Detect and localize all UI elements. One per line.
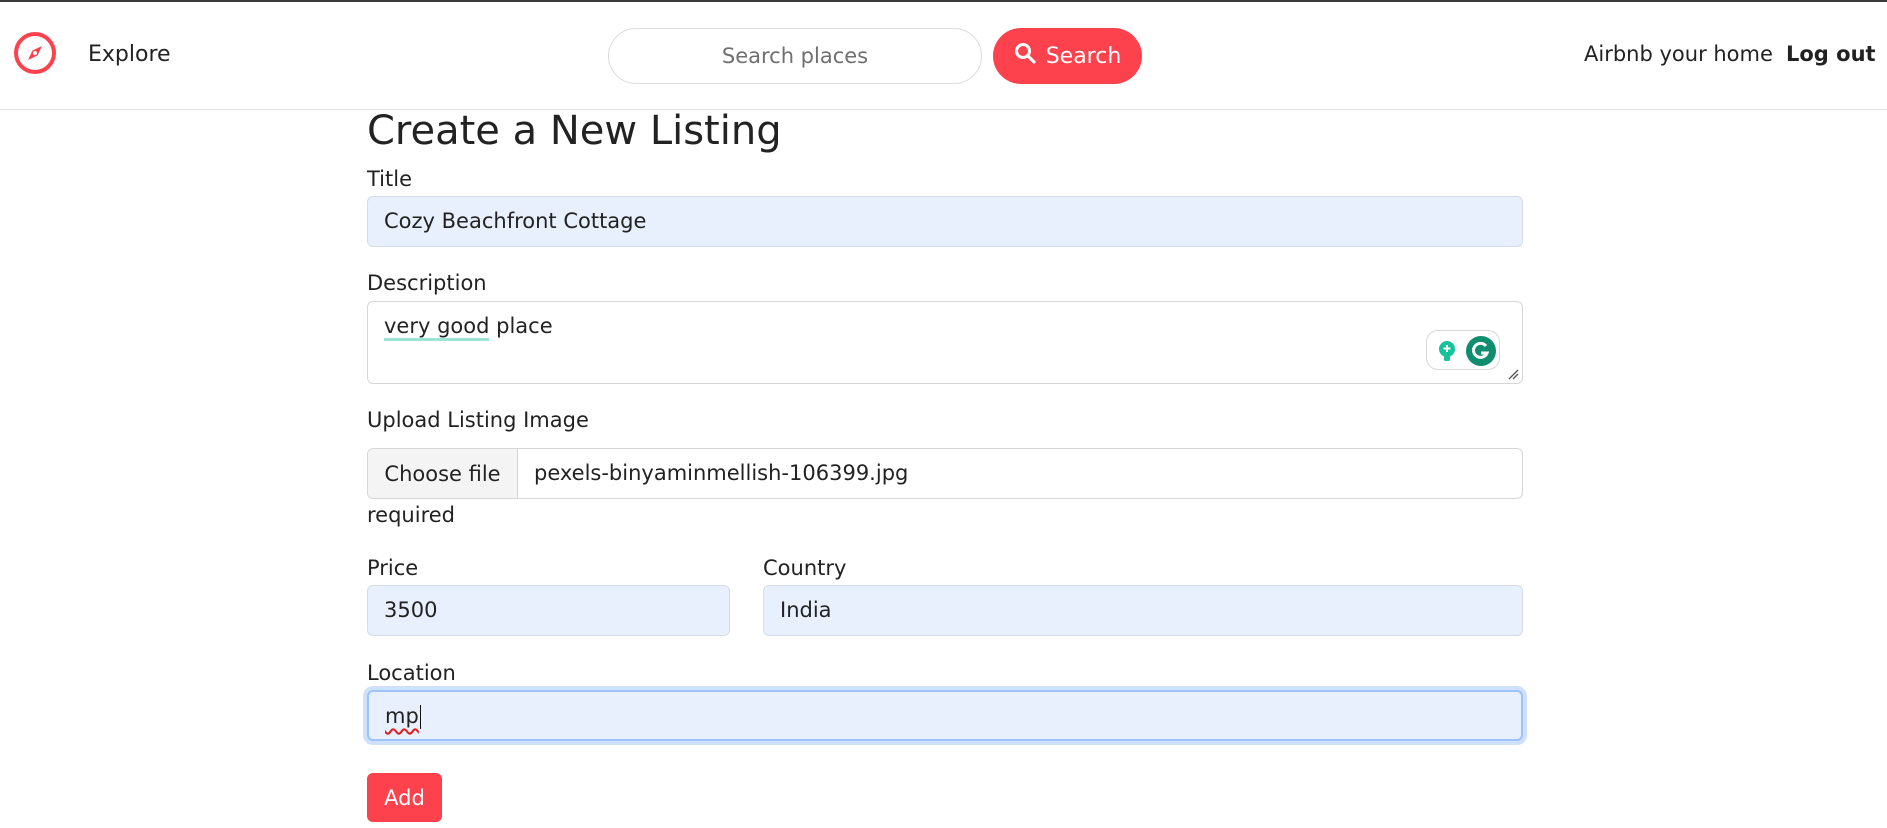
search-input[interactable] xyxy=(608,28,982,84)
search-button-label: Search xyxy=(1045,43,1122,69)
description-text: place xyxy=(489,314,553,338)
lightbulb-icon[interactable] xyxy=(1435,339,1459,367)
text-cursor xyxy=(419,705,421,729)
title-label: Title xyxy=(367,167,413,191)
description-textarea[interactable]: very good place xyxy=(367,301,1523,384)
search-button[interactable]: Search xyxy=(993,28,1142,84)
grammarly-icon[interactable] xyxy=(1465,335,1497,371)
description-label: Description xyxy=(367,271,487,295)
explore-link[interactable]: Explore xyxy=(88,42,171,67)
resize-handle-icon[interactable] xyxy=(1507,368,1519,380)
location-value: mp xyxy=(385,704,419,728)
price-input[interactable]: 3500 xyxy=(367,585,730,636)
description-text-underlined: very good xyxy=(384,314,490,341)
search-icon xyxy=(1014,42,1036,70)
country-label: Country xyxy=(763,556,847,580)
price-label: Price xyxy=(367,556,419,580)
file-input[interactable]: Choose file pexels-binyaminmellish-10639… xyxy=(367,448,1523,499)
required-hint: required xyxy=(367,503,455,527)
add-button[interactable]: Add xyxy=(367,773,442,822)
compass-icon[interactable] xyxy=(12,30,58,76)
location-label: Location xyxy=(367,661,456,685)
logout-link[interactable]: Log out xyxy=(1786,42,1876,66)
file-name: pexels-binyaminmellish-106399.jpg xyxy=(534,461,909,485)
country-input[interactable]: India xyxy=(763,585,1523,636)
page-title: Create a New Listing xyxy=(367,108,782,154)
grammarly-widget[interactable] xyxy=(1426,330,1500,370)
navbar: Explore Search Airbnb your home Log out xyxy=(0,2,1887,110)
image-label: Upload Listing Image xyxy=(367,408,589,432)
title-input[interactable]: Cozy Beachfront Cottage xyxy=(367,196,1523,247)
airbnb-your-home-link[interactable]: Airbnb your home xyxy=(1584,42,1773,66)
location-input[interactable]: mp xyxy=(367,690,1523,741)
choose-file-button[interactable]: Choose file xyxy=(368,449,518,498)
